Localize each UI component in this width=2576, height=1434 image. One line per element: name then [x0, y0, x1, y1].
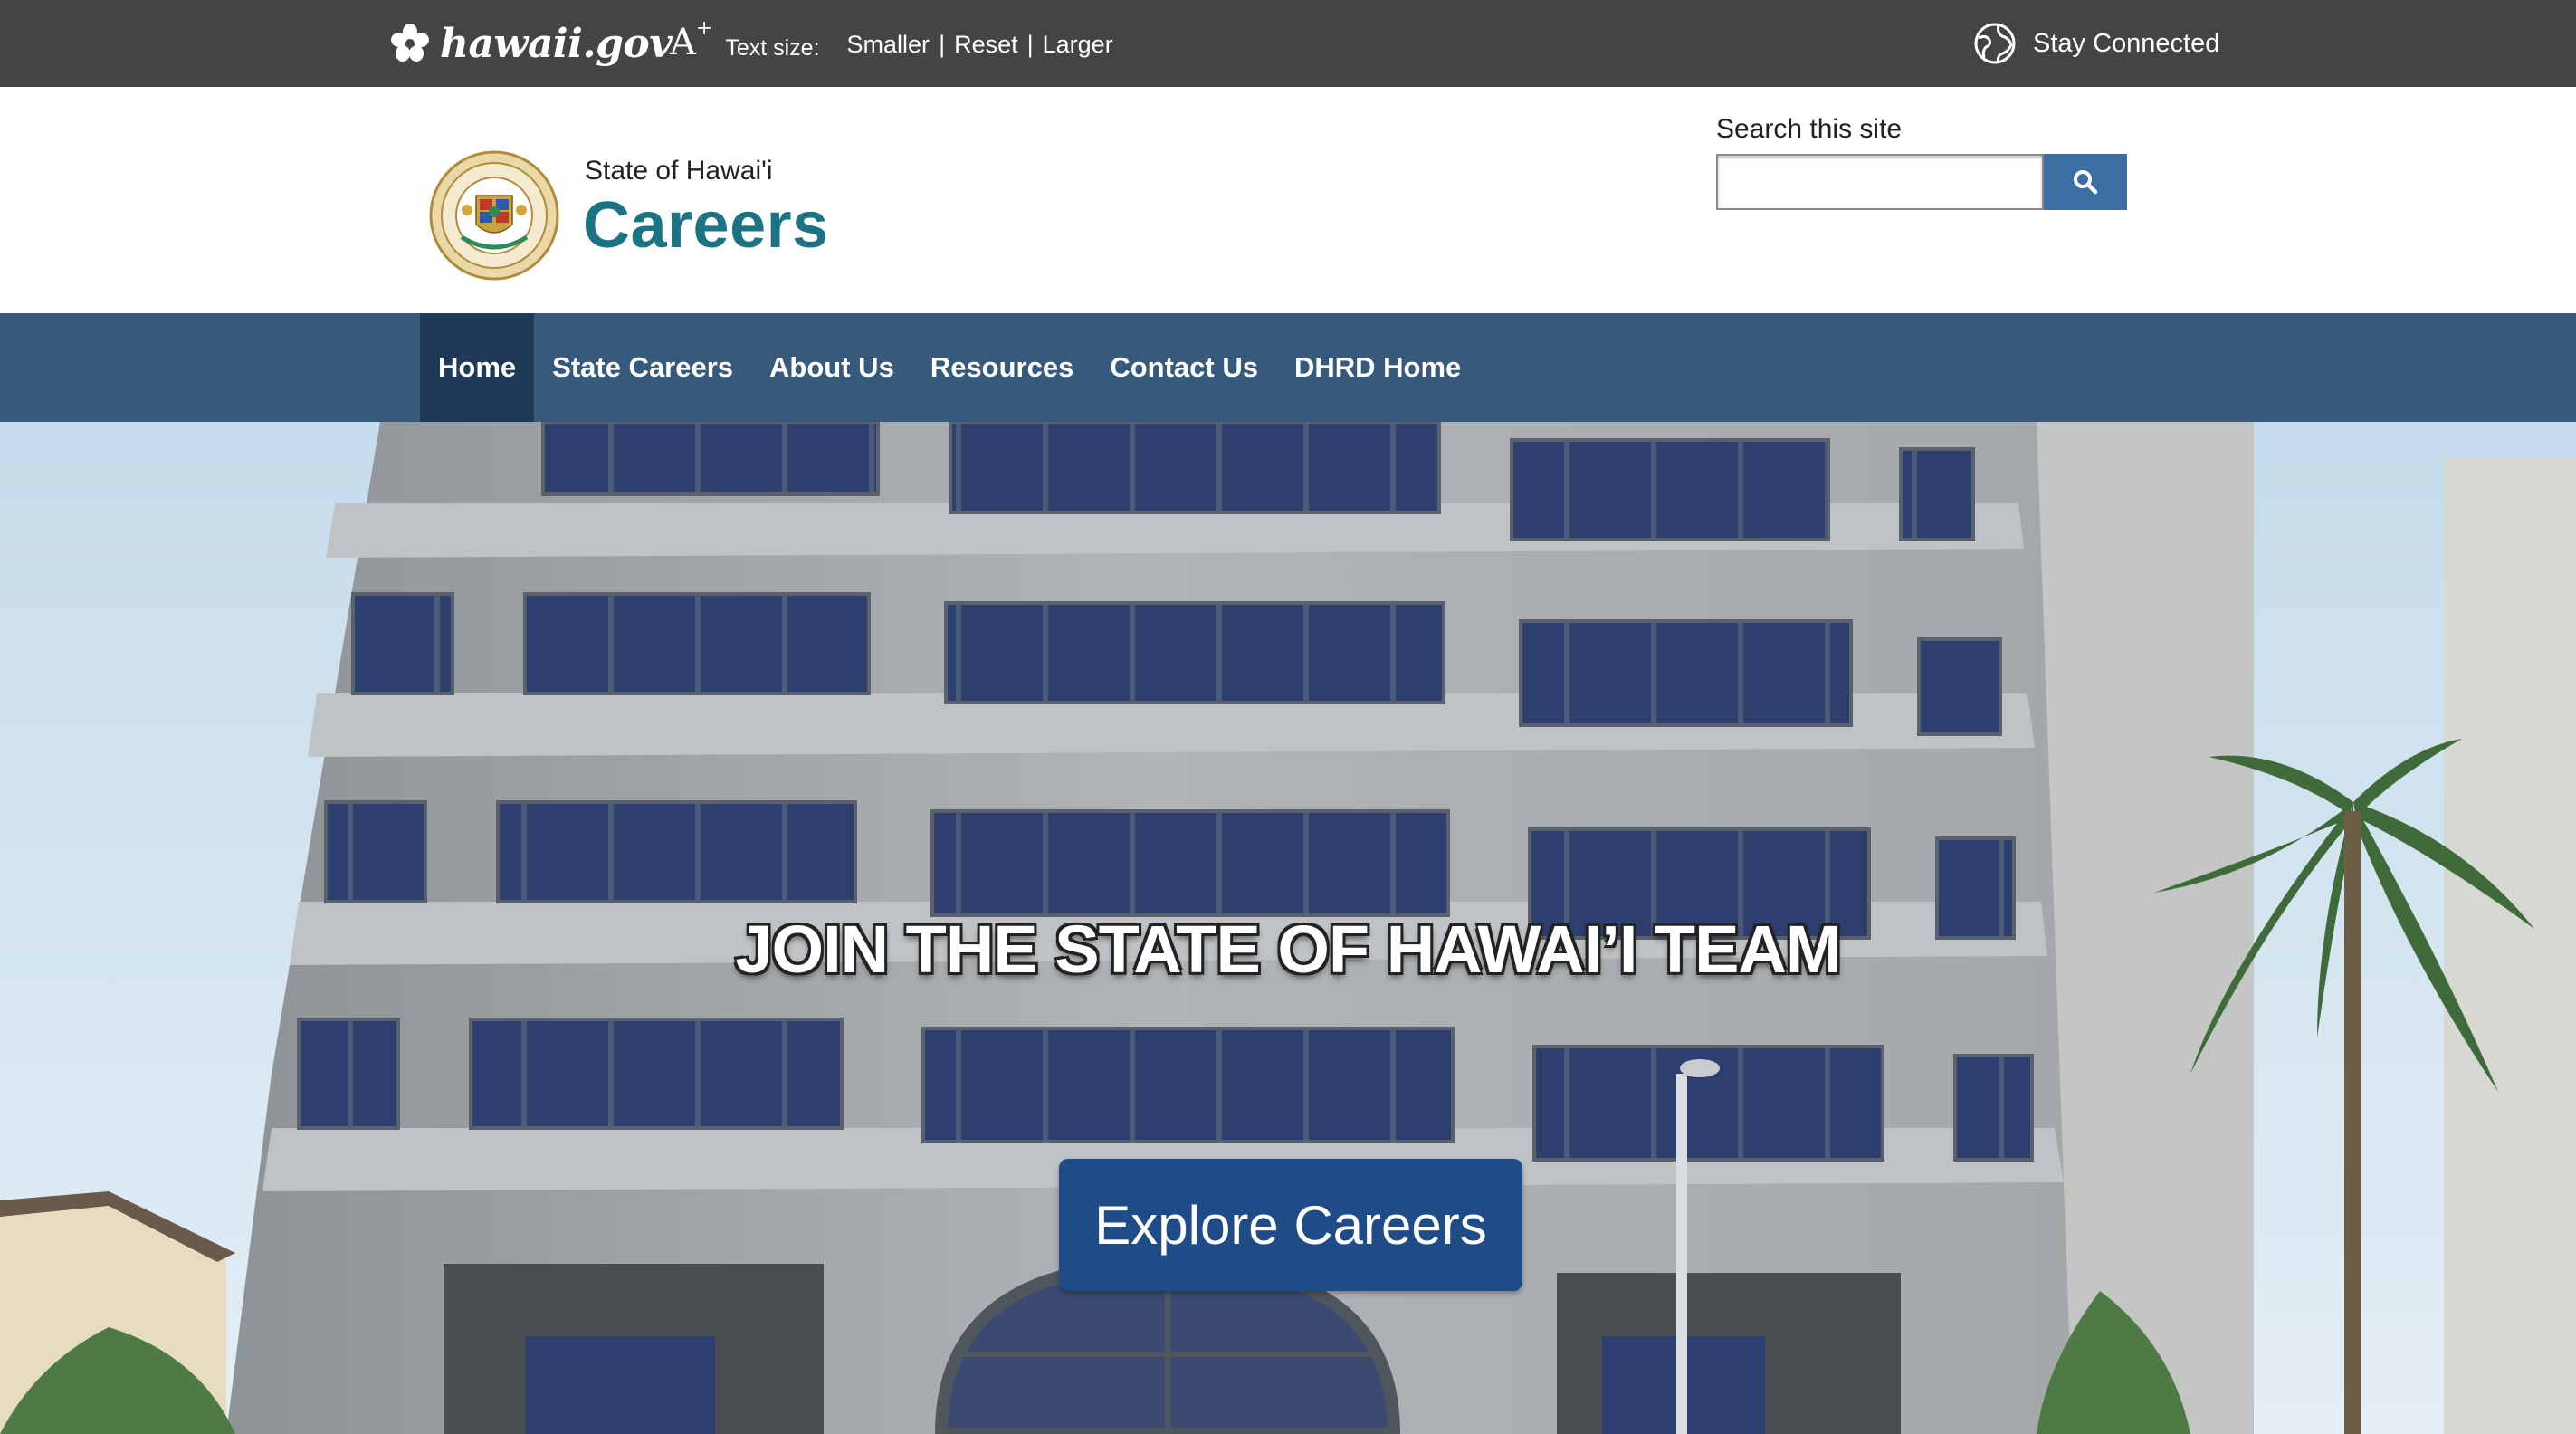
- separator: |: [939, 30, 946, 58]
- search-label: Search this site: [1716, 114, 1903, 144]
- separator: |: [1026, 30, 1034, 58]
- text-size-smaller-link[interactable]: Smaller: [847, 31, 930, 59]
- stay-connected-label: Stay Connected: [2033, 28, 2220, 58]
- text-size-icon: A+: [670, 16, 713, 63]
- explore-careers-button[interactable]: Explore Careers: [1059, 1159, 1522, 1291]
- logo-wordmark: hawaii.gov: [440, 20, 673, 67]
- text-size-controls: A+ Text size: Smaller | Reset | Larger: [670, 16, 1113, 67]
- hibiscus-icon: [391, 24, 429, 62]
- nav-item-home[interactable]: Home: [420, 313, 535, 422]
- search-button[interactable]: [2044, 154, 2127, 210]
- nav-item-resources[interactable]: Resources: [912, 313, 1092, 422]
- stay-connected-link[interactable]: Stay Connected: [1973, 20, 2219, 67]
- nav-item-dhrd-home[interactable]: DHRD Home: [1276, 313, 1479, 422]
- state-name: State of Hawai'i: [585, 156, 773, 186]
- nav-item-contact-us[interactable]: Contact Us: [1092, 313, 1276, 422]
- hero-banner: JOIN THE STATE OF HAWAI’I TEAM Explore C…: [0, 422, 2576, 1434]
- site-title[interactable]: Careers: [583, 188, 829, 263]
- state-seal[interactable]: [429, 150, 559, 281]
- nav-item-about-us[interactable]: About Us: [751, 313, 912, 422]
- site-header: State of Hawai'i Careers Search this sit…: [0, 87, 2576, 313]
- globe-icon: [1974, 23, 2016, 64]
- search-icon: [2074, 170, 2098, 195]
- hero-headline: JOIN THE STATE OF HAWAI’I TEAM: [735, 912, 1841, 987]
- hawaii-gov-logo[interactable]: hawaii.gov: [389, 18, 673, 69]
- text-size-reset-link[interactable]: Reset: [954, 31, 1018, 59]
- search-input[interactable]: [1716, 154, 2044, 210]
- text-size-larger-link[interactable]: Larger: [1043, 31, 1113, 59]
- utility-bar: hawaii.gov A+ Text size: Smaller | Reset…: [0, 0, 2576, 87]
- main-navigation: Home State Careers About Us Resources Co…: [0, 313, 2576, 422]
- text-size-label: Text size:: [725, 34, 820, 61]
- nav-item-state-careers[interactable]: State Careers: [534, 313, 751, 422]
